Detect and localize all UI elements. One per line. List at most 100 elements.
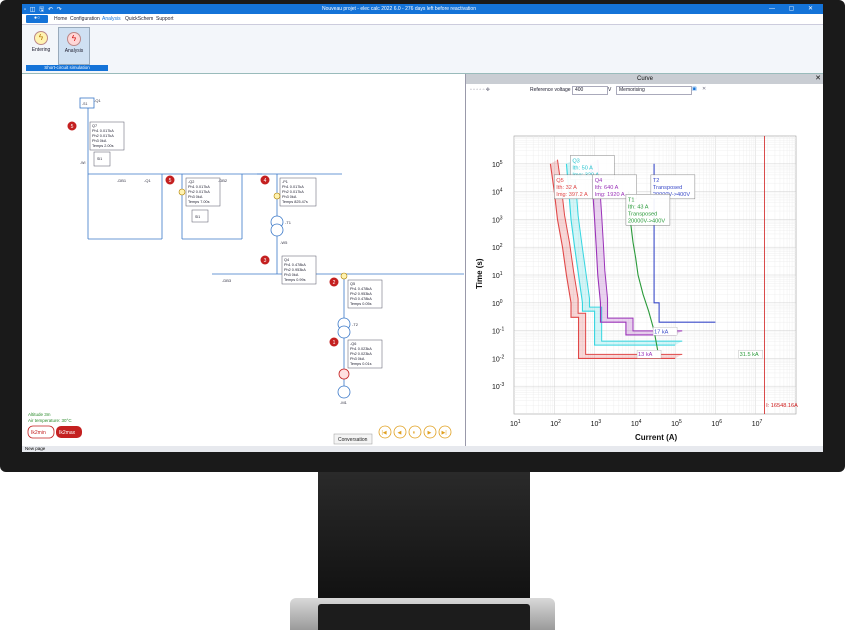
q6-line-1: Ph1 0.023kA xyxy=(350,347,372,351)
x-tick-label: 105 xyxy=(671,419,682,428)
transformer-t1-secondary-icon xyxy=(270,223,284,237)
box-q7[interactable]: Q7 Ph1 0.017kA Ph2 0.017kA Ph3 0kA Temps… xyxy=(89,121,125,151)
x-tick-label: 107 xyxy=(752,419,763,428)
annotation-text: Transposed xyxy=(653,185,682,191)
box-q5[interactable]: Q5 Ph1 0.478kA Ph2 0.953kA Ph3 0.478kA T… xyxy=(347,279,383,309)
y-tick-label: 105 xyxy=(492,160,503,169)
q4-line-3: Ph3 0kA xyxy=(284,273,299,277)
lightning-icon xyxy=(340,272,348,280)
y-tick-label: 10-3 xyxy=(492,382,504,391)
save-icon[interactable]: ▣ xyxy=(692,86,697,92)
p1-line-2: Ph2 0.017kA xyxy=(282,190,304,194)
p1-line-1: Ph1 0.017kA xyxy=(282,185,304,189)
reference-voltage-select[interactable]: 400 xyxy=(572,86,608,95)
single-line-diagram[interactable]: -S1 -Q1 Q7 Ph1 0.017kA Ph2 0.017kA Ph3 0… xyxy=(22,74,464,446)
box-q6[interactable]: -Q6 Ph1 0.023kA Ph2 0.023kA Ph3 0kA Temp… xyxy=(347,339,383,369)
status-bar: New page xyxy=(22,446,823,452)
label-wi: -WI xyxy=(80,161,85,165)
q2-line-2: Ph2 0.017kA xyxy=(188,190,210,194)
menu-quickschem[interactable]: QuickSchem xyxy=(125,16,153,22)
q7-line-2: Ph2 0.017kA xyxy=(92,134,114,138)
lightning-icon: ϟ xyxy=(34,31,48,45)
air-temperature-text: Air temperature: 30°C xyxy=(28,418,72,423)
menu-support[interactable]: Support xyxy=(156,16,174,22)
y-axis-label: Time (s) xyxy=(475,258,484,289)
x-tick-label: 102 xyxy=(550,419,561,428)
last-step-icon: ▶| xyxy=(442,430,447,436)
window-controls[interactable]: — ▢ ✕ xyxy=(769,5,819,12)
lightning-icon xyxy=(178,188,186,196)
marker-5b-text: 5 xyxy=(169,178,172,184)
annotation-text: Q4 xyxy=(595,178,602,184)
q4-line-1: Ph1 0.478kA xyxy=(284,263,306,267)
file-tab[interactable]: ●○ xyxy=(26,15,48,23)
fault-icon[interactable] xyxy=(338,368,350,380)
altitude-text: Altitude 3m xyxy=(28,412,51,417)
marker-2-text: 2 xyxy=(333,280,336,286)
annotation-text: Img: 1920 A xyxy=(595,192,625,198)
next-step-icon: ▶ xyxy=(428,430,432,436)
y-tick-label: 102 xyxy=(492,243,503,252)
monitor-stand-foot xyxy=(318,604,530,630)
window-title: Nouveau projet - elec calc 2022 6.0 - 27… xyxy=(322,6,476,12)
menu-home[interactable]: Home xyxy=(54,16,67,22)
annotation-text: Img: 397.2 A xyxy=(556,192,588,198)
label-m1: -M1 xyxy=(340,400,348,405)
q7-line-1: Ph1 0.017kA xyxy=(92,129,114,133)
annotation-text: Q3 xyxy=(572,158,579,164)
panel-box-2-label: SI1 xyxy=(195,215,200,219)
value-label: 13 kA xyxy=(638,352,653,358)
entering-button[interactable]: ϟ Entering xyxy=(26,27,56,63)
clear-icon[interactable]: ✕ xyxy=(702,86,706,92)
marker-1-text: 1 xyxy=(333,340,336,346)
q6-line-2: Ph2 0.023kA xyxy=(350,352,372,356)
q2-line-1: Ph1 0.017kA xyxy=(188,185,210,189)
x-tick-label: 106 xyxy=(711,419,722,428)
analysis-label: Analysis xyxy=(64,48,84,54)
diagram-canvas[interactable]: -S1 -Q1 Q7 Ph1 0.017kA Ph2 0.017kA Ph3 0… xyxy=(22,74,464,446)
box-p1[interactable]: -P1 Ph1 0.017kA Ph2 0.017kA Ph3 0kA Temp… xyxy=(279,177,317,207)
short-circuit-icon: ϟ xyxy=(67,32,81,46)
y-tick-label: 10-1 xyxy=(492,327,504,336)
annotation-text: T1 xyxy=(628,197,635,203)
title-bar: ▫ ◫ 🖫 ↶ ↷ Nouveau projet - elec calc 202… xyxy=(22,4,823,14)
panel-box-1-label: SI1 xyxy=(97,157,102,161)
ribbon-group-label: Short-circuit simulation xyxy=(26,65,108,71)
diagram-wires xyxy=(87,104,464,389)
playback-controls: |◀ ◀ ⏸ ▶ ▶| xyxy=(378,425,452,439)
q2-line-3: Ph3 0kA xyxy=(188,195,203,199)
page-tab[interactable]: New page xyxy=(25,446,45,451)
p1-line-3: Ph3 0kA xyxy=(282,195,297,199)
x-axis-label: Current (A) xyxy=(635,433,678,442)
label-t1: -T1 xyxy=(285,220,292,225)
box-q4[interactable]: Q4 Ph1 0.478kA Ph2 0.953kA Ph3 0kA Temps… xyxy=(281,255,317,285)
ik-max-label: Ik2max xyxy=(59,430,76,436)
q6-line-0: -Q6 xyxy=(350,342,356,346)
curve-chart[interactable]: 101 102 103 104 105 106 107 105 104 103 102 101 100 1… xyxy=(466,96,823,446)
curve-tool-icons[interactable]: ▫ ▫ ▫ ▫ ▫ ✥ xyxy=(470,87,490,93)
source-label: -S1 xyxy=(82,102,88,106)
annotation-text: Ith: 640 A xyxy=(595,185,619,191)
app-screen: ▫ ◫ 🖫 ↶ ↷ Nouveau projet - elec calc 202… xyxy=(22,4,823,452)
annotation-text: Q5 xyxy=(556,178,563,184)
q5-line-4: Temps 0.05s xyxy=(350,302,372,306)
menu-configuration[interactable]: Configuration xyxy=(70,16,100,22)
curve-title-text: Curve xyxy=(636,76,653,82)
voltage-unit: V xyxy=(608,87,612,93)
q7-line-4: Temps 2.00s xyxy=(92,144,114,148)
annotation-text: Ith: 50 A xyxy=(572,165,593,171)
analysis-button[interactable]: ϟ Analysis xyxy=(58,27,90,65)
close-icon[interactable]: ✕ xyxy=(815,74,821,84)
entering-label: Entering xyxy=(31,47,51,53)
motor-icon[interactable] xyxy=(337,385,351,399)
menu-analysis[interactable]: Analysis xyxy=(102,16,121,22)
y-tick-label: 101 xyxy=(492,271,503,280)
box-q2[interactable]: -Q2 Ph1 0.017kA Ph2 0.017kA Ph3 0kA Temp… xyxy=(185,177,221,207)
annotation-text: Transposed xyxy=(628,211,657,217)
memorising-select[interactable]: Memorising xyxy=(616,86,692,95)
value-label: 31.5 kA xyxy=(740,352,759,358)
label-db2: -DB2 xyxy=(218,178,228,183)
marker-3-text: 3 xyxy=(264,258,267,264)
label-db3: -DB3 xyxy=(222,278,232,283)
ribbon: ϟ Entering ϟ Analysis Short-circuit simu… xyxy=(22,25,823,74)
